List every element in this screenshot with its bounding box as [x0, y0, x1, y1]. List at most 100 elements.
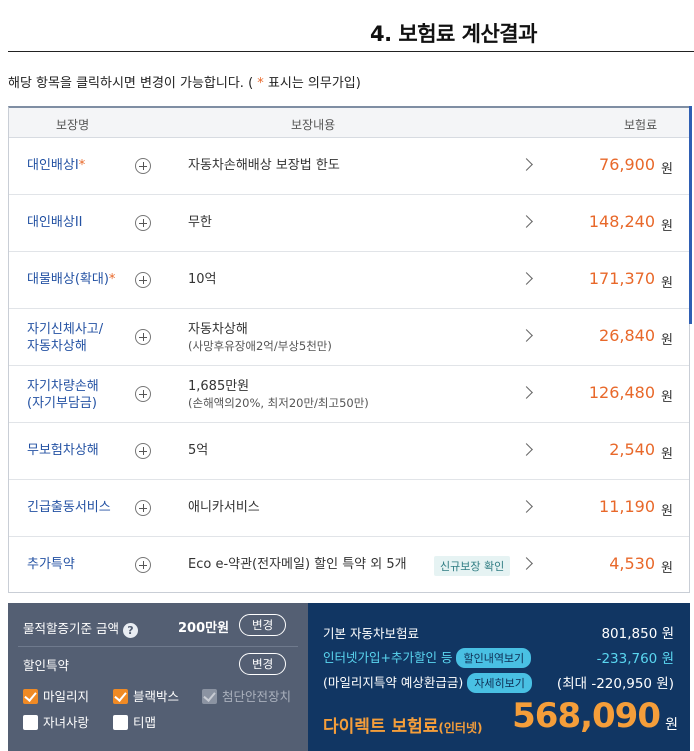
- chevron-right-icon[interactable]: [520, 272, 533, 285]
- chevron-right-icon[interactable]: [520, 386, 533, 399]
- title-divider: [8, 51, 694, 52]
- coverage-name: 긴급출동서비스: [27, 500, 111, 515]
- coverage-desc: 10억: [188, 272, 217, 287]
- coverage-desc: 자동차손해배상 보장법 한도: [188, 158, 340, 173]
- chevron-right-icon[interactable]: [520, 443, 533, 456]
- plus-icon[interactable]: [135, 158, 151, 174]
- coverage-amount: 26,840: [599, 326, 655, 345]
- currency-unit: 원: [661, 276, 673, 291]
- discount-label: 할인특약: [23, 658, 70, 673]
- new-coverage-check-button[interactable]: 신규보장 확인: [434, 556, 511, 576]
- coverage-desc-sub: (사망후유장애2억/부상5천만): [188, 339, 332, 353]
- plus-icon[interactable]: [135, 215, 151, 231]
- checkbox-label: 블랙박스: [133, 689, 180, 704]
- checkbox-label: 마일리지: [43, 689, 90, 704]
- checkbox-unchecked-icon[interactable]: [113, 715, 128, 730]
- coverage-name-text: 대물배상(확대): [27, 272, 109, 287]
- coverage-desc: 1,685만원 (손해액의20%, 최저20만/최고50만): [188, 378, 369, 412]
- header-content: 보장내용: [291, 118, 336, 132]
- options-panel: 물적할증기준 금액? 200만원 변경 할인특약 변경 마일리지 블랙박스 첨단…: [8, 603, 308, 751]
- plus-icon[interactable]: [135, 272, 151, 288]
- coverage-row-uninsured-vehicle[interactable]: 무보험차상해 5억 2,540 원: [9, 423, 689, 480]
- coverage-name-line1: 자기신체사고/: [27, 322, 104, 337]
- notice-after: 표시는 의무가입): [263, 76, 361, 91]
- mileage-detail-button[interactable]: 자세히보기: [467, 673, 532, 693]
- checkbox-unchecked-icon[interactable]: [23, 715, 38, 730]
- threshold-change-button[interactable]: 변경: [239, 614, 287, 636]
- currency-unit: 원: [661, 162, 673, 177]
- coverage-desc: 애니카서비스: [188, 500, 260, 515]
- coverage-name-line1: 자기차량손해: [27, 379, 99, 394]
- currency-unit: 원: [661, 333, 673, 348]
- currency-unit: 원: [661, 390, 673, 405]
- checkbox-checked-icon[interactable]: [113, 689, 128, 704]
- coverage-name-line2: 자동차상해: [27, 339, 87, 354]
- required-star: *: [78, 158, 86, 173]
- table-header: 보장명 보장내용 보험료: [9, 108, 689, 138]
- coverage-amount: 11,190: [599, 497, 655, 516]
- checkbox-tmap[interactable]: 티맵: [113, 712, 156, 731]
- threshold-label-text: 물적할증기준 금액: [23, 621, 119, 636]
- notice-text: 해당 항목을 클릭하시면 변경이 가능합니다. ( * 표시는 의무가입): [8, 72, 361, 91]
- coverage-name: 대인배상I*: [27, 157, 85, 174]
- chevron-right-icon[interactable]: [520, 557, 533, 570]
- mileage-refund-label: (마일리지특약 예상환급금) 자세히보기: [323, 672, 532, 693]
- coverage-desc: 5억: [188, 443, 209, 458]
- coverage-name: 대인배상II: [27, 215, 83, 230]
- coverage-amount: 126,480: [588, 383, 655, 402]
- base-premium-value: 801,850 원: [601, 626, 674, 642]
- internet-discount-value: -233,760 원: [596, 651, 674, 667]
- discount-change-button[interactable]: 변경: [239, 653, 287, 675]
- coverage-desc-main: 자동차상해: [188, 322, 248, 337]
- summary-section: 물적할증기준 금액? 200만원 변경 할인특약 변경 마일리지 블랙박스 첨단…: [8, 603, 690, 751]
- discount-detail-button[interactable]: 할인내역보기: [456, 648, 532, 668]
- direct-premium-sublabel: (인터넷): [438, 721, 483, 735]
- plus-icon[interactable]: [135, 386, 151, 402]
- premium-summary-panel: 기본 자동차보험료 801,850 원 인터넷가입+추가할인 등 할인내역보기 -…: [308, 603, 690, 751]
- coverage-name-line2: (자기부담금): [27, 396, 97, 411]
- base-premium-label: 기본 자동차보험료: [323, 626, 419, 641]
- plus-icon[interactable]: [135, 443, 151, 459]
- currency-unit: 원: [661, 447, 673, 462]
- checkbox-mileage[interactable]: 마일리지: [23, 686, 89, 705]
- direct-premium-label: 다이렉트 보험료(인터넷): [323, 712, 483, 737]
- page-title: 4. 보험료 계산결과: [370, 22, 537, 46]
- panel-divider: [18, 646, 298, 647]
- coverage-row-bodily-injury-2[interactable]: 대인배상II 무한 148,240 원: [9, 195, 689, 252]
- plus-icon[interactable]: [135, 329, 151, 345]
- coverage-desc-sub: (손해액의20%, 최저20만/최고50만): [188, 396, 369, 410]
- checkbox-checked-icon[interactable]: [23, 689, 38, 704]
- help-icon[interactable]: ?: [122, 623, 138, 638]
- total-premium-unit: 원: [665, 717, 678, 733]
- chevron-right-icon[interactable]: [520, 500, 533, 513]
- chevron-right-icon[interactable]: [520, 158, 533, 171]
- checkbox-label: 첨단안전장치: [222, 689, 292, 704]
- coverage-row-property-damage[interactable]: 대물배상(확대)* 10억 171,370 원: [9, 252, 689, 309]
- required-star: *: [108, 272, 116, 287]
- mileage-refund-value: (최대 -220,950 원): [556, 676, 674, 692]
- coverage-amount: 2,540: [609, 440, 655, 459]
- coverage-row-additional-riders[interactable]: 추가특약 Eco e-약관(전자메일) 할인 특약 외 5개 신규보장 확인 4…: [9, 537, 689, 594]
- coverage-amount: 4,530: [609, 554, 655, 573]
- plus-icon[interactable]: [135, 500, 151, 516]
- coverage-name-text: 대인배상I: [27, 158, 79, 173]
- mileage-refund-label-text: (마일리지특약 예상환급금): [323, 675, 464, 690]
- coverage-row-personal-injury[interactable]: 자기신체사고/자동차상해 자동차상해 (사망후유장애2억/부상5천만) 26,84…: [9, 309, 689, 366]
- coverage-name: 자기신체사고/자동차상해: [27, 321, 103, 355]
- coverage-row-bodily-injury-1[interactable]: 대인배상I* 자동차손해배상 보장법 한도 76,900 원: [9, 138, 689, 195]
- notice-before: 해당 항목을 클릭하시면 변경이 가능합니다. (: [8, 76, 258, 91]
- checkbox-blackbox[interactable]: 블랙박스: [113, 686, 179, 705]
- checkbox-label: 티맵: [133, 715, 157, 730]
- coverage-row-emergency-service[interactable]: 긴급출동서비스 애니카서비스 11,190 원: [9, 480, 689, 537]
- coverage-desc: Eco e-약관(전자메일) 할인 특약 외 5개: [188, 557, 407, 572]
- coverage-table: 보장명 보장내용 보험료 대인배상I* 자동차손해배상 보장법 한도 76,90…: [8, 106, 692, 594]
- chevron-right-icon[interactable]: [520, 215, 533, 228]
- coverage-name: 대물배상(확대)*: [27, 271, 115, 288]
- direct-premium-label-text: 다이렉트 보험료: [323, 717, 439, 737]
- coverage-row-own-vehicle-damage[interactable]: 자기차량손해 (자기부담금) 1,685만원 (손해액의20%, 최저20만/최고5…: [9, 366, 689, 423]
- coverage-desc-main: 1,685만원: [188, 379, 250, 394]
- chevron-right-icon[interactable]: [520, 329, 533, 342]
- plus-icon[interactable]: [135, 557, 151, 573]
- table-scrollbar[interactable]: [689, 106, 692, 324]
- checkbox-child-love[interactable]: 자녀사랑: [23, 712, 89, 731]
